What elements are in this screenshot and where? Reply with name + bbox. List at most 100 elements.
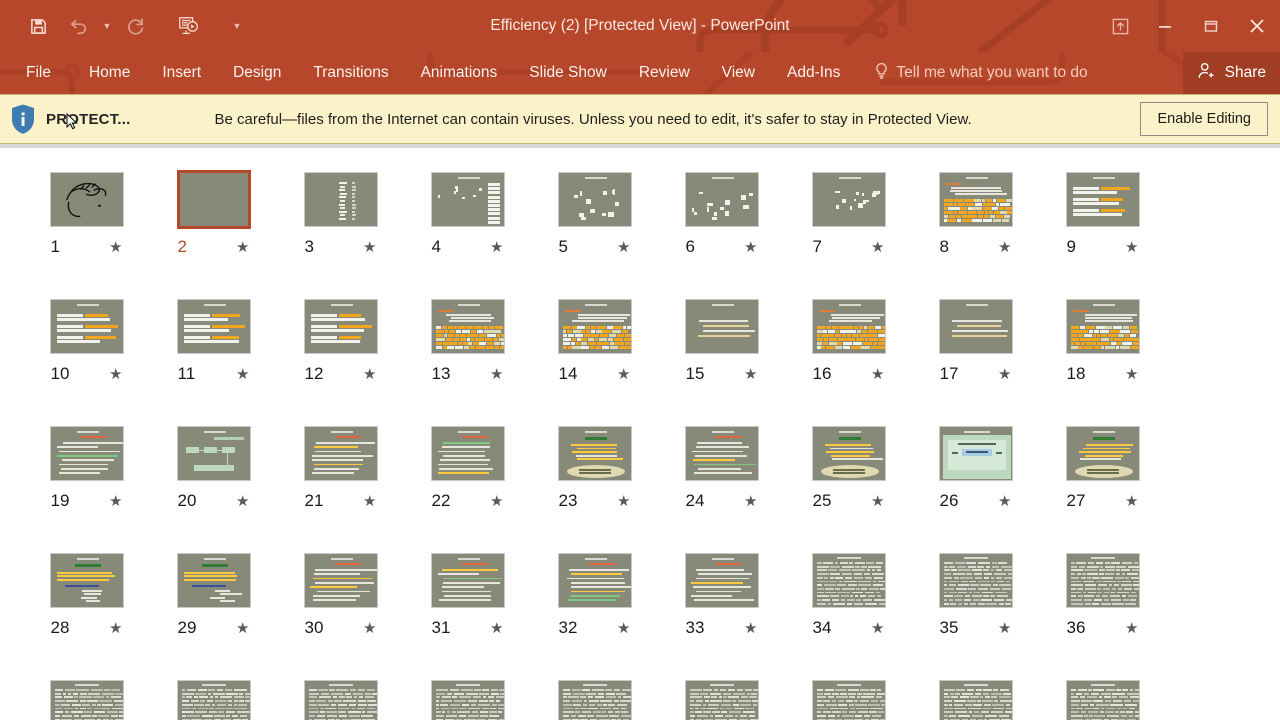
slide-canvas[interactable] xyxy=(684,426,759,481)
slide-preview[interactable] xyxy=(303,172,378,227)
slide-thumbnail-33[interactable]: 33 ★ xyxy=(658,553,785,638)
minimize-button[interactable] xyxy=(1142,6,1188,46)
slide-thumbnail-21[interactable]: 21 ★ xyxy=(277,426,404,511)
slide-thumbnail-24[interactable]: 24 ★ xyxy=(658,426,785,511)
play-animations-star-icon[interactable]: ★ xyxy=(871,494,884,509)
slide-thumbnail-3[interactable]: 3 ★ xyxy=(277,172,404,257)
slide-canvas[interactable] xyxy=(303,299,378,354)
slide-canvas[interactable] xyxy=(303,426,378,481)
play-animations-star-icon[interactable]: ★ xyxy=(871,367,884,382)
slide-thumbnail-45[interactable]: 45★ xyxy=(1039,680,1166,720)
play-animations-star-icon[interactable]: ★ xyxy=(490,494,503,509)
slide-canvas[interactable] xyxy=(557,680,632,720)
slide-canvas[interactable] xyxy=(557,299,632,354)
slide-preview[interactable] xyxy=(557,680,632,720)
slide-canvas[interactable] xyxy=(938,680,1013,720)
slide-preview[interactable] xyxy=(49,299,124,354)
slide-preview[interactable] xyxy=(49,426,124,481)
slide-thumbnail-30[interactable]: 30 ★ xyxy=(277,553,404,638)
slide-thumbnail-10[interactable]: 10 ★ xyxy=(23,299,150,384)
slide-canvas[interactable] xyxy=(1065,299,1140,354)
tell-me-box[interactable]: Tell me what you want to do xyxy=(874,62,1088,85)
slide-preview[interactable] xyxy=(811,299,886,354)
slide-thumbnail-26[interactable]: 26 ★ xyxy=(912,426,1039,511)
slide-canvas[interactable] xyxy=(1065,553,1140,608)
slide-preview[interactable] xyxy=(938,426,1013,481)
tab-design[interactable]: Design xyxy=(217,52,297,94)
enable-editing-button[interactable]: Enable Editing xyxy=(1140,102,1268,136)
tab-view[interactable]: View xyxy=(706,52,771,94)
slide-canvas[interactable] xyxy=(303,172,378,227)
play-animations-star-icon[interactable]: ★ xyxy=(236,240,249,255)
slide-thumbnail-1[interactable]: 1 ★ xyxy=(23,172,150,257)
play-animations-star-icon[interactable]: ★ xyxy=(490,621,503,636)
slide-preview[interactable] xyxy=(557,426,632,481)
play-animations-star-icon[interactable]: ★ xyxy=(1125,240,1138,255)
slide-preview[interactable] xyxy=(430,553,505,608)
slide-canvas[interactable] xyxy=(49,553,124,608)
slide-canvas[interactable] xyxy=(557,172,632,227)
slide-thumbnail-7[interactable]: 7 ★ xyxy=(785,172,912,257)
slide-thumbnail-41[interactable]: 41★ xyxy=(531,680,658,720)
slide-thumbnail-12[interactable]: 12 ★ xyxy=(277,299,404,384)
slide-preview[interactable] xyxy=(811,172,886,227)
window-controls[interactable] xyxy=(1098,0,1280,52)
play-animations-star-icon[interactable]: ★ xyxy=(744,367,757,382)
play-animations-star-icon[interactable]: ★ xyxy=(998,494,1011,509)
play-animations-star-icon[interactable]: ★ xyxy=(1125,367,1138,382)
slide-thumbnail-19[interactable]: 19 ★ xyxy=(23,426,150,511)
slide-preview[interactable] xyxy=(1065,299,1140,354)
slide-sorter-pane[interactable]: 1 ★ 2 ★ 3 ★ 4 ★ 5 ★ 6 ★ 7 ★ 8 ★ 9 ★ 10 ★ 11 ★ 12 ★ 13 ★ 14 ★ 15 ★ 16 ★ 1… xyxy=(0,148,1280,720)
slide-preview[interactable] xyxy=(176,170,251,229)
slide-canvas[interactable] xyxy=(49,680,124,720)
slide-thumbnail-37[interactable]: 37★ xyxy=(23,680,150,720)
slide-thumbnail-8[interactable]: 8 ★ xyxy=(912,172,1039,257)
slide-canvas[interactable] xyxy=(49,172,124,227)
slide-canvas[interactable] xyxy=(176,426,251,481)
slide-canvas[interactable] xyxy=(938,426,1013,481)
tab-home[interactable]: Home xyxy=(73,52,146,94)
redo-icon[interactable] xyxy=(116,7,156,45)
slide-preview[interactable] xyxy=(1065,426,1140,481)
play-animations-star-icon[interactable]: ★ xyxy=(109,494,122,509)
slide-canvas[interactable] xyxy=(176,553,251,608)
slide-thumbnail-42[interactable]: 42★ xyxy=(658,680,785,720)
slide-thumbnail-11[interactable]: 11 ★ xyxy=(150,299,277,384)
slide-thumbnail-28[interactable]: 28 ★ xyxy=(23,553,150,638)
slide-canvas[interactable] xyxy=(938,553,1013,608)
customize-quick-access-toolbar-icon[interactable]: ▼ xyxy=(228,7,246,45)
slide-preview[interactable] xyxy=(1065,680,1140,720)
tab-insert[interactable]: Insert xyxy=(146,52,217,94)
slide-thumbnail-35[interactable]: 35 ★ xyxy=(912,553,1039,638)
slide-preview[interactable] xyxy=(684,172,759,227)
play-animations-star-icon[interactable]: ★ xyxy=(871,240,884,255)
tab-animations[interactable]: Animations xyxy=(405,52,514,94)
slide-thumbnail-44[interactable]: 44★ xyxy=(912,680,1039,720)
play-animations-star-icon[interactable]: ★ xyxy=(236,621,249,636)
close-button[interactable] xyxy=(1234,6,1280,46)
quick-access-toolbar[interactable]: ▼ ▼ xyxy=(0,7,246,45)
slide-canvas[interactable] xyxy=(684,553,759,608)
slide-canvas[interactable] xyxy=(684,680,759,720)
play-animations-star-icon[interactable]: ★ xyxy=(490,367,503,382)
slide-canvas[interactable] xyxy=(811,299,886,354)
slide-preview[interactable] xyxy=(430,680,505,720)
slide-preview[interactable] xyxy=(303,426,378,481)
slide-thumbnail-23[interactable]: 23 ★ xyxy=(531,426,658,511)
slide-preview[interactable] xyxy=(938,553,1013,608)
play-animations-star-icon[interactable]: ★ xyxy=(617,494,630,509)
slide-canvas[interactable] xyxy=(430,299,505,354)
slide-thumbnail-29[interactable]: 29 ★ xyxy=(150,553,277,638)
play-animations-star-icon[interactable]: ★ xyxy=(363,621,376,636)
slide-thumbnail-40[interactable]: 40★ xyxy=(404,680,531,720)
tab-slide-show[interactable]: Slide Show xyxy=(513,52,623,94)
slide-canvas[interactable] xyxy=(1065,680,1140,720)
slide-preview[interactable] xyxy=(938,680,1013,720)
play-animations-star-icon[interactable]: ★ xyxy=(1125,621,1138,636)
play-animations-star-icon[interactable]: ★ xyxy=(363,494,376,509)
slide-preview[interactable] xyxy=(938,299,1013,354)
play-animations-star-icon[interactable]: ★ xyxy=(998,367,1011,382)
start-from-beginning-icon[interactable] xyxy=(168,7,208,45)
slide-canvas-selected[interactable] xyxy=(176,170,251,229)
play-animations-star-icon[interactable]: ★ xyxy=(1125,494,1138,509)
